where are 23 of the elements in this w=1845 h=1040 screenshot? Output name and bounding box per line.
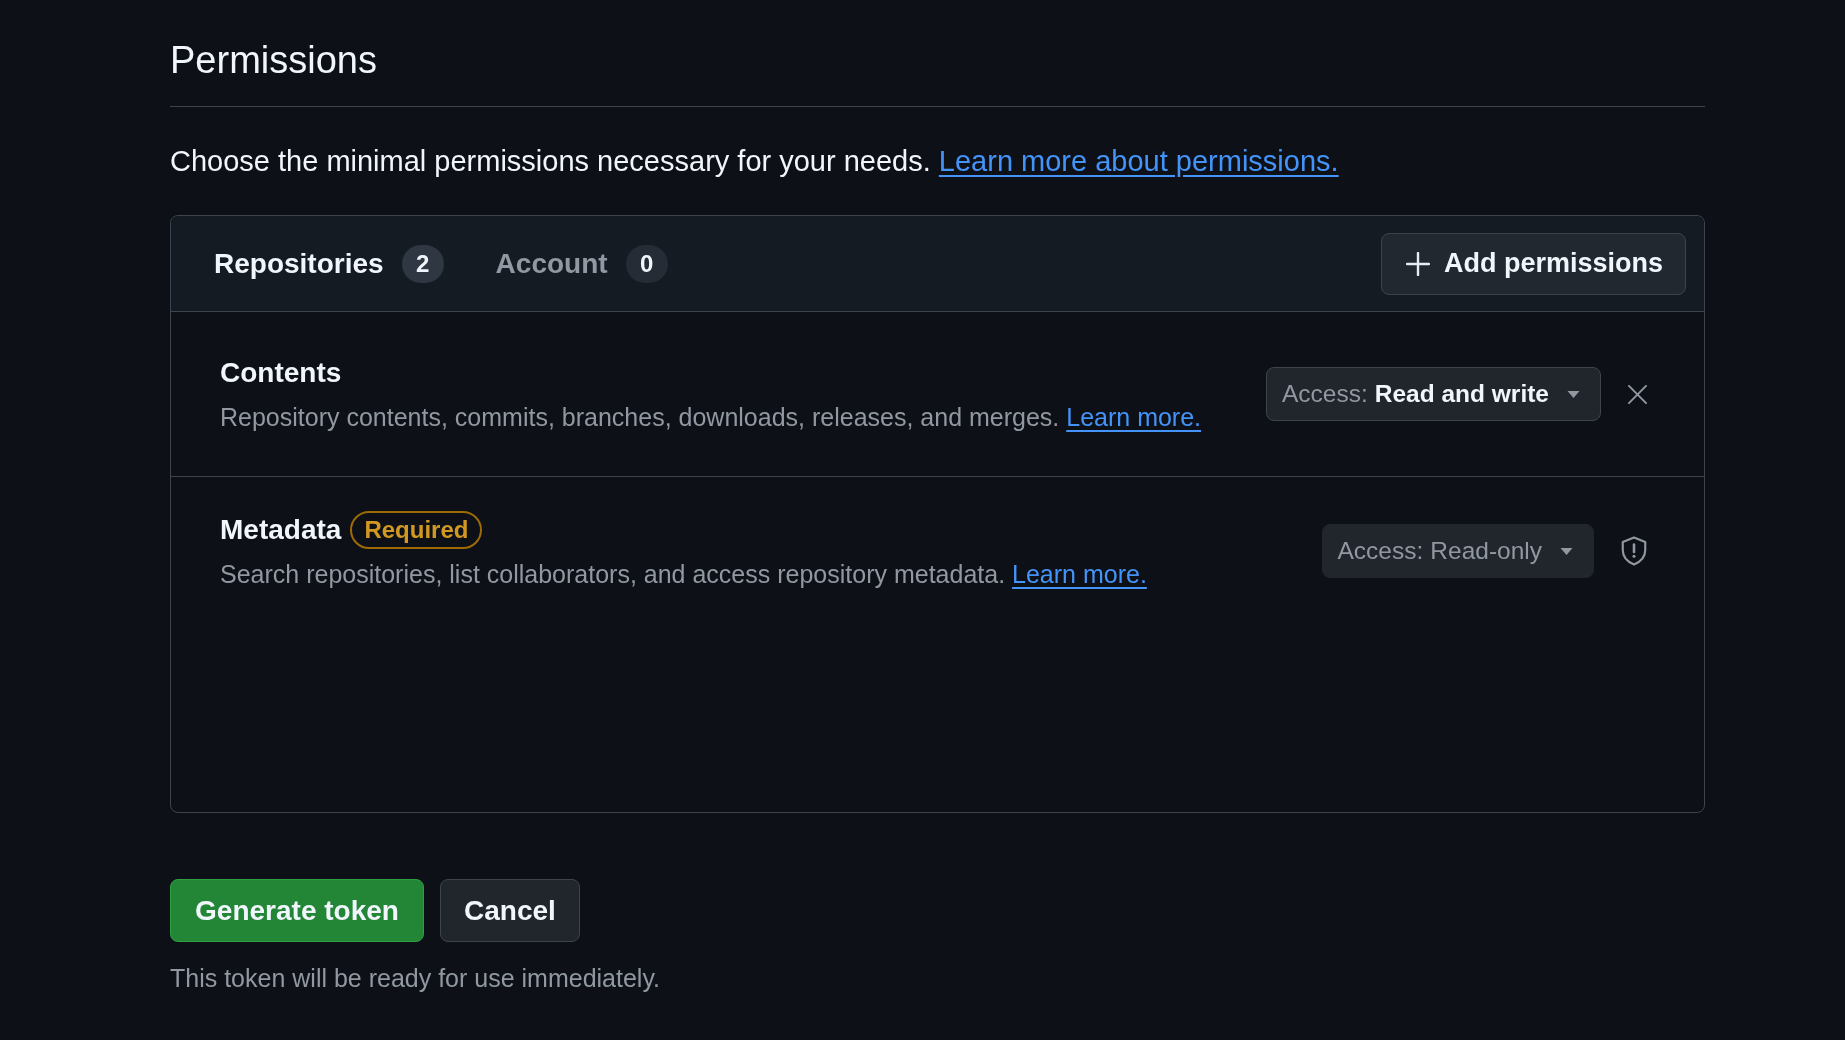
cancel-button[interactable]: Cancel [440,879,580,942]
tab-counter: 0 [625,244,668,283]
permission-title: Metadata [220,513,342,547]
close-icon[interactable] [1628,384,1647,404]
tab[interactable]: Repositories 2 [214,242,444,285]
plus-icon [1405,251,1430,276]
generate-token-button[interactable]: Generate token [170,879,424,942]
permission-description: Repository contents, commits, branches, downloads, releases, and merges. Learn more. [220,402,1202,433]
caret-icon [1560,547,1573,555]
permission-title: Contents [220,356,342,390]
access-select[interactable]: Access: Read and write [1265,367,1601,421]
add-permissions-button[interactable]: Add permissions [1380,232,1686,295]
status-badge: Required [350,511,483,549]
tab-counter: 2 [401,244,444,283]
learn-more-link[interactable]: Learn more. [1066,403,1202,431]
caret-icon [1567,390,1580,398]
permission-description: Search repositories, list collaborators, and access repository metadata. Learn more. [220,559,1147,590]
learn-more-link[interactable]: Learn more about permissions. [938,145,1339,177]
tab[interactable]: Account 0 [495,242,668,285]
shield-alert-icon [1621,536,1647,566]
section-title: Permissions [170,38,377,83]
intro-text: Choose the minimal permissions necessary for your needs. Learn more about permissions. [170,144,1339,179]
token-note: This token will be ready for use immediately. [170,963,660,993]
